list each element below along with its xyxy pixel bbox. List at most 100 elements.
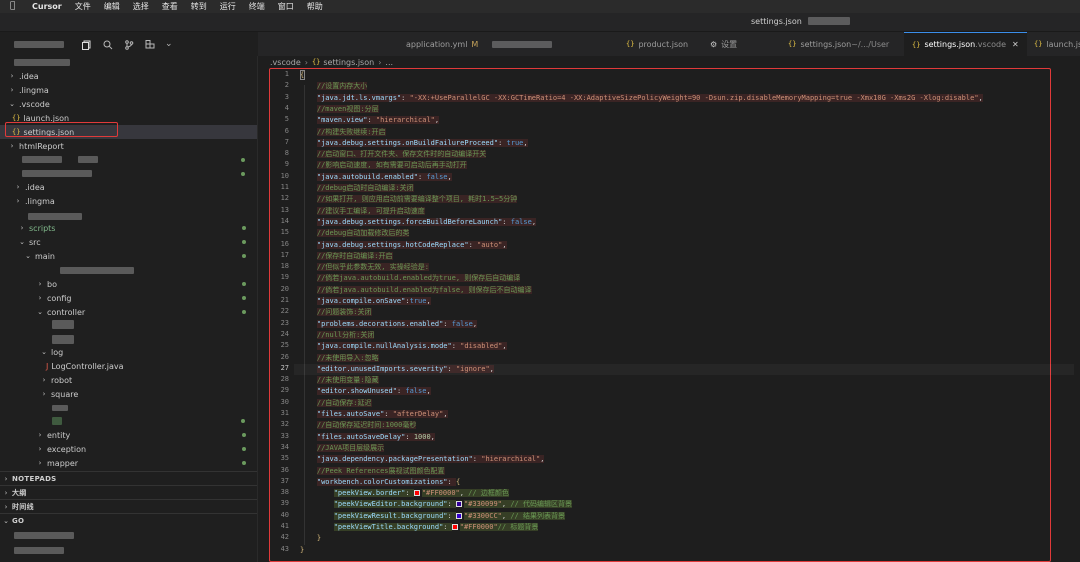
chevron-right-icon: › [378,57,382,67]
code-line: //Peek References展视试图颜色配置 [316,466,445,475]
line-number: 3 [284,92,289,101]
color-swatch-icon[interactable] [455,512,462,519]
color-swatch-icon[interactable] [455,501,462,508]
modified-dot [242,447,246,451]
tree-folder-lingma-2[interactable]: › .lingma [0,194,257,208]
menu-view[interactable]: 查看 [162,1,178,12]
code-line: //倘若java.autobuild.enabled为true, 则保存后自动编… [316,274,521,283]
code-line: "maven.view": "hierarchical", [316,116,440,125]
line-number: 39 [280,499,289,508]
breadcrumb-tail[interactable]: ... [385,58,393,67]
chevron-right-icon: › [38,445,42,453]
panel-go[interactable]: ⌄ GO [0,513,257,527]
line-number: 33 [280,431,289,440]
tree-file-logcontroller-java[interactable]: J LogController.java [0,359,257,373]
panel-timeline[interactable]: › 时间线 [0,499,257,513]
menu-select[interactable]: 选择 [133,1,149,12]
tree-folder-mapper[interactable]: › mapper [0,456,257,470]
tree-folder-lingma[interactable]: › .lingma [0,83,257,97]
editor-tabbar: application.yml M {} product.json ⚙ 设置 {} se… [258,32,1080,56]
code-editor[interactable]: 1{2 //设置内存大小 3 "java.jdt.ls.vmargs": "-XX… [258,68,1080,562]
code-line: //倘若java.autobuild.enabled为false, 则保存后不自… [316,285,532,294]
color-swatch-icon[interactable] [413,490,420,497]
code-line: "peekViewEditor.background": "#330099", … [333,500,572,509]
tab-settings-json-user[interactable]: {} settings.json ~/.../User [780,32,889,56]
menu-run[interactable]: 运行 [220,1,236,12]
code-line: //自动保存:延迟 [316,398,372,407]
panel-notepads[interactable]: › NOTEPADS [0,471,257,485]
line-number: 7 [284,137,289,146]
menu-terminal[interactable]: 终端 [249,1,265,12]
code-line: "editor.showUnused": false, [316,387,431,396]
code-line: //未使用导入:忽略 [316,353,379,362]
explorer-toolbar: ⌄ [0,32,258,56]
tree-folder-idea-2[interactable]: › .idea [0,180,257,194]
source-control-icon[interactable] [124,40,134,50]
tree-folder-controller[interactable]: ⌄ controller [0,305,257,319]
chevron-right-icon: › [38,431,42,439]
menu-goto[interactable]: 转到 [191,1,207,12]
redacted-block [14,532,74,539]
json-file-icon: {} [626,40,635,48]
chevron-down-icon[interactable]: ⌄ [165,40,175,50]
line-number: 18 [280,262,289,271]
line-number: 2 [284,81,289,90]
menu-help[interactable]: 帮助 [307,1,323,12]
tree-folder-vscode[interactable]: ⌄ .vscode [0,97,257,111]
code-line: "files.autoSave": "afterDelay", [316,410,448,418]
code-line: //JAVA项目层级展示 [316,443,385,452]
chevron-right-icon: › [16,197,20,205]
modified-dot [242,296,246,300]
explorer-files-icon[interactable] [82,40,92,50]
breadcrumb-file[interactable]: settings.json [323,58,374,67]
menu-app-name[interactable]: Cursor [32,2,62,11]
apple-icon[interactable]:  [10,2,19,11]
tree-folder-config[interactable]: › config [0,291,257,305]
menu-file[interactable]: 文件 [75,1,91,12]
line-number: 6 [284,126,289,135]
tree-folder-log[interactable]: ⌄ log [0,345,257,359]
line-number: 21 [280,296,289,304]
line-number: 27 [280,363,289,372]
color-swatch-icon[interactable] [451,524,458,530]
tab-settings-ui[interactable]: ⚙ 设置 [702,32,737,56]
menu-edit[interactable]: 编辑 [104,1,120,12]
tree-folder-entity[interactable]: › entity [0,428,257,442]
tree-folder-main[interactable]: ⌄ main [0,249,257,263]
tree-folder-square[interactable]: › square [0,387,257,401]
tab-launch-json[interactable]: {}launch.json [1026,32,1080,56]
chevron-right-icon: › [42,376,46,384]
json-file-icon: {} [1034,40,1043,48]
code-line: //如果打开, 则应用启动前需要编译整个项目, 耗时1.5~5分钟 [316,195,518,204]
search-icon[interactable] [103,40,113,50]
close-icon[interactable]: ✕ [1012,40,1019,49]
line-number: 11 [280,183,289,191]
code-line: //设置内存大小 [316,82,368,91]
breadcrumb-folder[interactable]: .vscode [270,58,301,67]
tree-folder-scripts[interactable]: › scripts [0,221,257,235]
chevron-right-icon: › [10,72,14,80]
tree-folder-idea[interactable]: › .idea [0,69,257,83]
modified-dot [241,158,245,162]
line-number: 43 [280,544,289,553]
extensions-icon[interactable] [145,40,155,50]
chevron-right-icon: › [10,86,14,94]
tree-folder-robot[interactable]: › robot [0,373,257,387]
panel-outline[interactable]: › 大纲 [0,485,257,499]
menu-window[interactable]: 窗口 [278,1,294,12]
tree-folder-exception[interactable]: › exception [0,442,257,456]
mac-menubar:  Cursor 文件 编辑 选择 查看 转到 运行 终端 窗口 帮助 [0,0,1080,13]
tree-folder-src[interactable]: ⌄ src [0,235,257,249]
redacted-block [28,213,82,220]
tab-settings-json-vscode[interactable]: {} settings.json .vscode ✕ [904,32,1027,56]
tree-folder-bo[interactable]: › bo [0,277,257,291]
tab-product-json[interactable]: {} product.json [618,32,688,56]
chevron-right-icon: › [16,183,20,191]
tree-folder-htmlreport[interactable]: › htmlReport [0,139,257,153]
code-line: //自动保存延迟时间:1000毫秒 [316,421,417,430]
line-number: 22 [280,307,289,316]
redacted-block [52,320,74,329]
modified-dot [242,240,246,244]
line-number: 28 [280,375,289,384]
tab-application-yml[interactable]: application.yml M [398,32,553,56]
